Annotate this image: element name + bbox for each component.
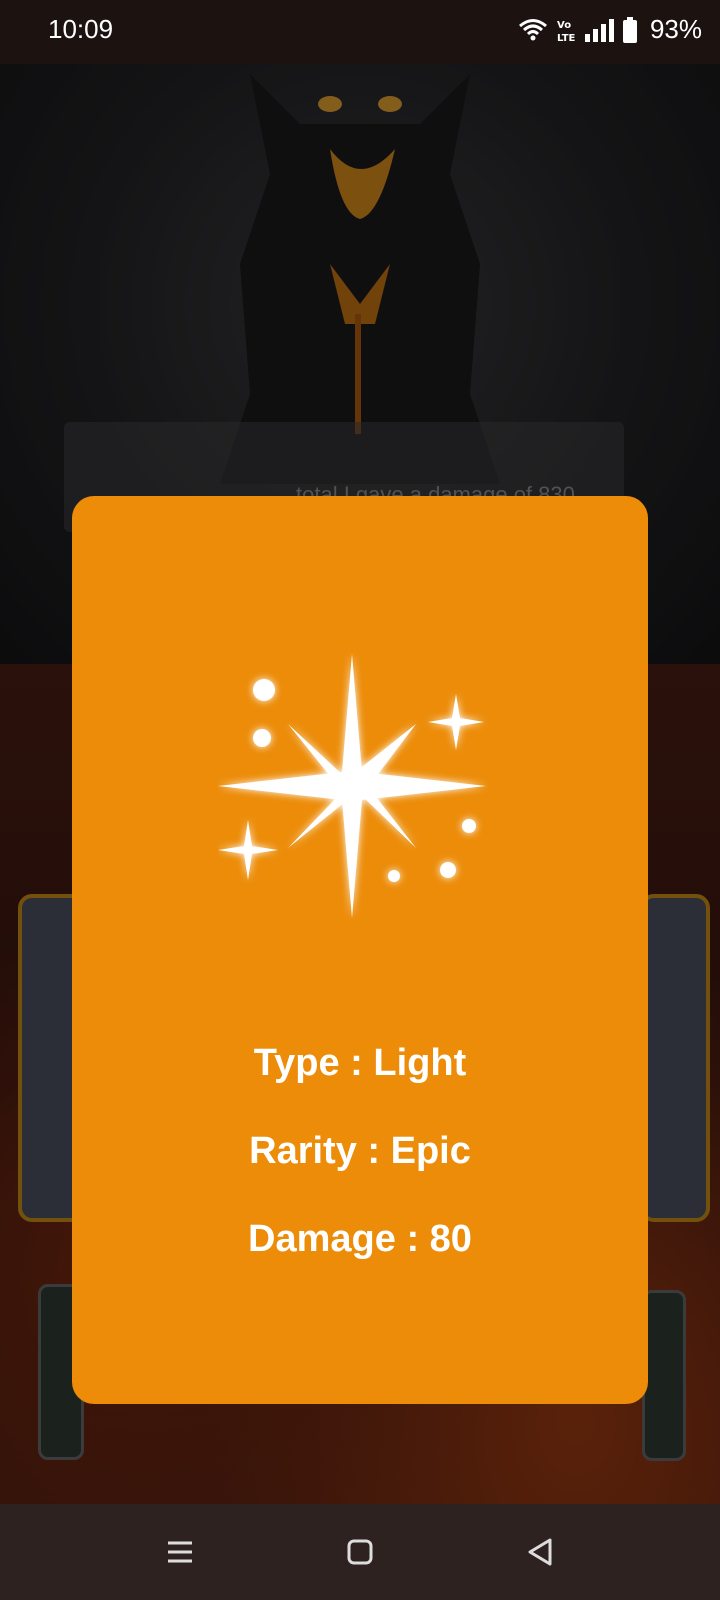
wifi-icon	[518, 18, 547, 40]
volte-icon: Vo LTE	[557, 20, 576, 43]
status-bar: 10:09 Vo LTE 93%	[0, 0, 720, 64]
home-icon[interactable]	[340, 1532, 380, 1572]
menu-icon[interactable]	[160, 1532, 200, 1572]
svg-text:LTE: LTE	[557, 33, 576, 43]
sparkle-icon	[218, 654, 486, 918]
navigation-bar	[0, 1504, 720, 1600]
card-detail-dialog: Type : Light Rarity : Epic Damage : 80	[72, 496, 648, 1404]
card-rarity-label: Rarity : Epic	[249, 1130, 471, 1172]
status-time: 10:09	[48, 14, 114, 44]
signal-icon	[584, 18, 614, 42]
svg-text:Vo: Vo	[557, 20, 571, 31]
card-type-label: Type : Light	[253, 1042, 467, 1084]
status-icons: Vo LTE 93%	[518, 14, 702, 45]
back-icon[interactable]	[520, 1532, 560, 1572]
battery-icon	[622, 16, 637, 43]
battery-percent: 93%	[649, 14, 702, 44]
card-damage-label: Damage : 80	[248, 1218, 472, 1260]
